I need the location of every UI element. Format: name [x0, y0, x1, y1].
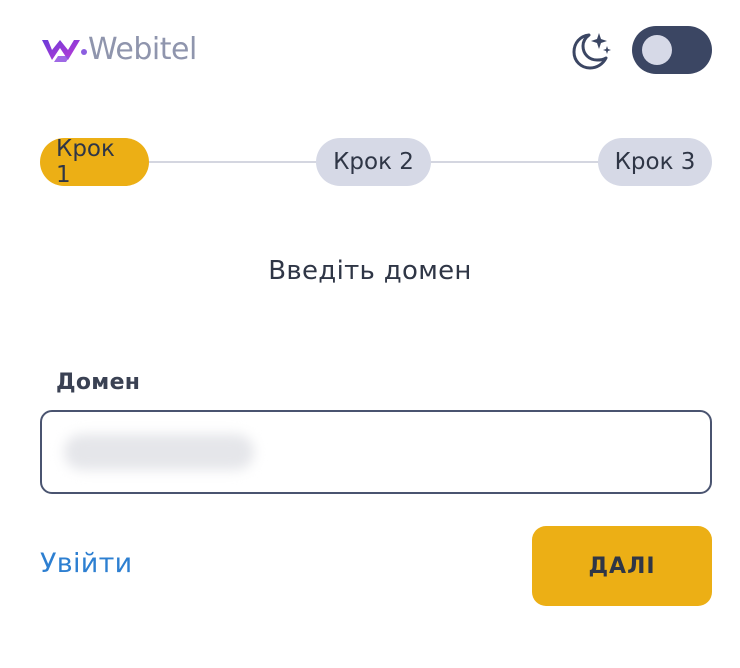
- theme-toggle[interactable]: [632, 26, 712, 74]
- toggle-knob: [642, 35, 672, 65]
- logo-text: Webitel: [88, 32, 197, 67]
- domain-field: [40, 410, 712, 494]
- webitel-logo-icon: [42, 40, 87, 62]
- domain-step-page: Webitel Крок 1 Крок 2 Крок 3 Введіть дом…: [0, 0, 740, 668]
- login-link[interactable]: Увійти: [40, 548, 133, 579]
- moon-stars-icon: [572, 33, 611, 70]
- next-button[interactable]: ДАЛІ: [532, 526, 712, 606]
- domain-field-label: Домен: [56, 370, 141, 395]
- page-title: Введіть домен: [268, 256, 472, 286]
- step-1: Крок 1: [40, 136, 149, 188]
- webitel-logo: Webitel: [40, 34, 197, 66]
- step-3: Крок 3: [598, 138, 712, 186]
- stepper: Крок 1 Крок 2 Крок 3: [40, 136, 712, 188]
- step-2: Крок 2: [316, 138, 431, 186]
- domain-input[interactable]: [60, 430, 684, 476]
